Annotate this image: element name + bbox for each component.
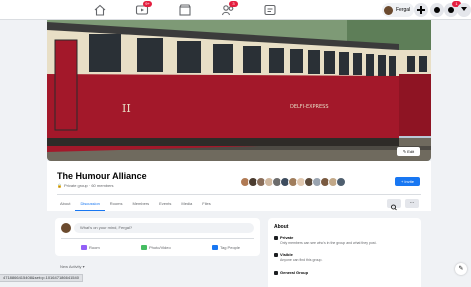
groups-icon[interactable]: 3: [221, 1, 238, 16]
photo-icon: [141, 244, 147, 250]
tag-people-action-label: Tag People: [220, 244, 241, 250]
pencil-icon: ✎: [402, 149, 407, 154]
search-icon[interactable]: [387, 199, 401, 211]
groups-notification-badge: 3: [229, 1, 238, 7]
marketplace-icon[interactable]: [178, 4, 192, 16]
tab-events[interactable]: Events: [154, 197, 176, 211]
about-item-desc: Only members can see who's in the group …: [280, 241, 377, 245]
room-action[interactable]: Room: [81, 242, 100, 252]
notifications-button[interactable]: 1: [444, 1, 461, 17]
tab-media[interactable]: Media: [176, 197, 197, 211]
room-action-label: Room: [89, 244, 100, 250]
sort-activity-dropdown[interactable]: New Activity ▾: [60, 264, 85, 269]
tag-people-action[interactable]: Tag People: [212, 242, 240, 252]
about-item-title: General Group: [280, 270, 309, 275]
tab-members[interactable]: Members: [127, 197, 154, 211]
browser-status-bar: 4718866415408&set=p.101647186641540: [0, 274, 83, 282]
about-item-general: General Group: [274, 270, 414, 275]
profile-name: Fergal: [396, 7, 411, 13]
group-name: The Humour Alliance: [57, 171, 147, 181]
gaming-icon[interactable]: [263, 4, 277, 16]
plus-icon-vertical: [420, 6, 422, 14]
messenger-icon: [434, 7, 440, 13]
create-menu-button[interactable]: [414, 3, 428, 17]
group-header: The Humour Alliance 🔒 Private group · 60…: [47, 161, 431, 211]
carriage-plate: DELFI-EXPRESS: [290, 104, 329, 110]
lock-icon: 🔒: [57, 183, 62, 188]
messenger-button[interactable]: [430, 3, 444, 17]
profile-avatar: [384, 5, 393, 15]
invite-label: + Invite: [400, 179, 414, 184]
top-navigation-bar: 9+ 3 Fergal 1: [0, 0, 471, 20]
chevron-down-icon: [461, 7, 467, 11]
account-menu-button[interactable]: [457, 3, 471, 17]
bell-icon: [448, 7, 454, 13]
invite-button[interactable]: + Invite: [395, 177, 420, 186]
group-tabs: About Discussion Rooms Members Events Media Fi…: [55, 197, 216, 211]
tag-people-icon: [212, 244, 218, 250]
new-message-button[interactable]: ✎: [455, 263, 467, 275]
more-options-button[interactable]: ···: [405, 199, 419, 208]
post-composer: What's on your mind, Fergal? Room Photo/…: [55, 218, 260, 256]
tab-files[interactable]: Files: [197, 197, 215, 211]
member-avatar[interactable]: [336, 177, 346, 187]
tabs-divider: [57, 194, 421, 195]
carriage-number: II: [122, 102, 131, 115]
about-item-desc: Anyone can find this group.: [280, 258, 323, 262]
profile-button[interactable]: Fergal: [382, 3, 415, 17]
group-privacy-line: 🔒 Private group · 60 members: [57, 183, 114, 188]
watch-notification-badge: 9+: [143, 1, 152, 7]
about-item-visible: Visible Anyone can find this group.: [274, 252, 414, 262]
photo-video-action-label: Photo/Video: [149, 244, 171, 250]
about-item-private: Private Only members can see who's in th…: [274, 235, 414, 245]
home-icon[interactable]: [93, 4, 107, 16]
watch-icon[interactable]: 9+: [135, 1, 152, 16]
photo-video-action[interactable]: Photo/Video: [141, 242, 171, 252]
member-avatars[interactable]: [240, 177, 346, 187]
tab-discussion[interactable]: Discussion: [75, 197, 105, 211]
edit-cover-label: Edit: [407, 149, 415, 154]
group-privacy-text: Private group · 60 members: [63, 183, 114, 188]
edit-cover-button[interactable]: ✎ Edit: [397, 147, 420, 156]
group-type-icon: [274, 270, 278, 275]
composer-input[interactable]: What's on your mind, Fergal?: [74, 223, 254, 233]
eye-icon: [274, 252, 278, 257]
video-camera-icon: [81, 244, 87, 250]
about-item-title: Visible: [280, 252, 293, 257]
tab-about[interactable]: About: [55, 197, 75, 211]
lock-icon: [274, 235, 278, 240]
cover-photo: II DELFI-EXPRESS: [47, 20, 431, 161]
composer-divider: [61, 238, 254, 239]
tab-rooms[interactable]: Rooms: [105, 197, 128, 211]
about-card: About Private Only members can see who's…: [268, 218, 421, 287]
about-title: About: [274, 224, 289, 230]
composer-avatar: [61, 223, 71, 233]
about-item-title: Private: [280, 235, 294, 240]
